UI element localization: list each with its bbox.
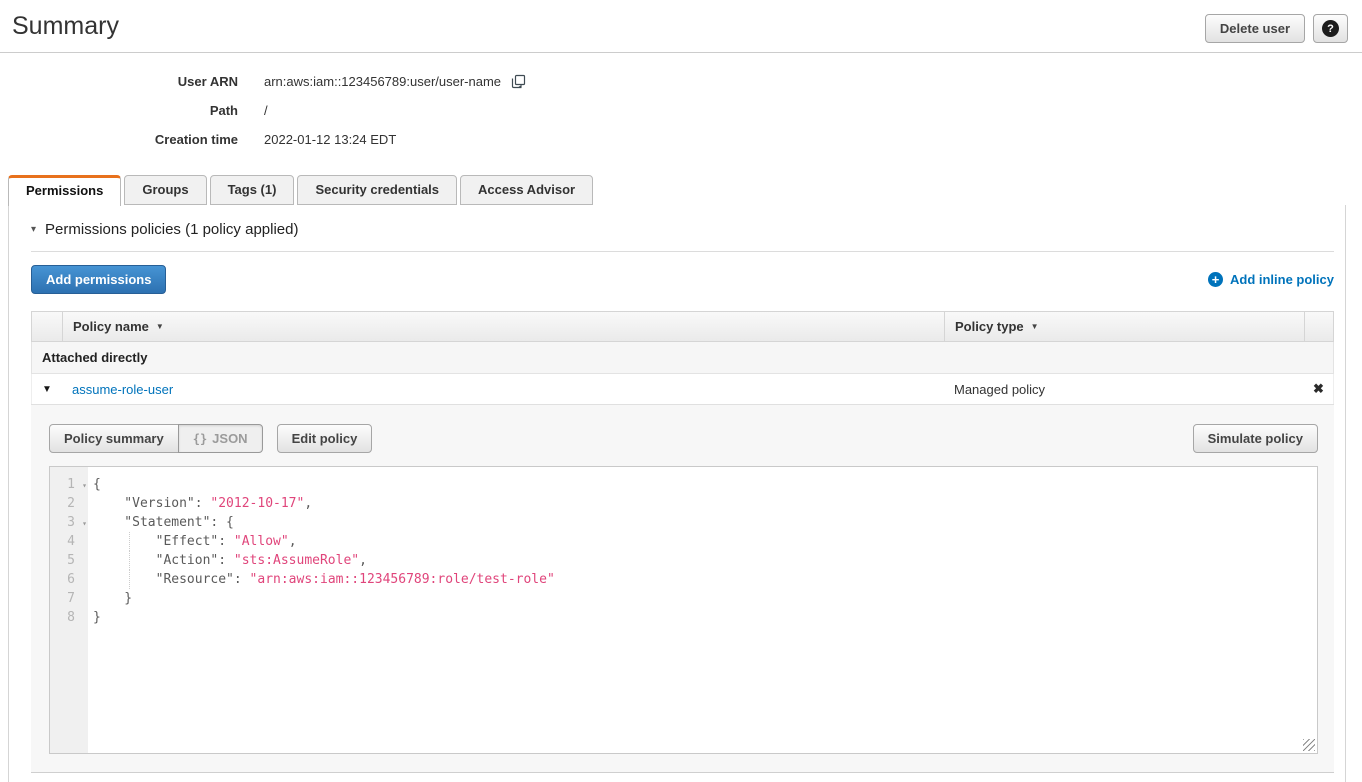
json-text: , <box>304 496 312 511</box>
table-header-row: Policy name ▼ Policy type ▼ <box>31 311 1334 342</box>
sort-icon: ▼ <box>156 322 164 331</box>
editor-code-area: { "Version": "2012-10-17", "Statement": … <box>88 467 1317 753</box>
detail-value: 2022-01-12 13:24 EDT <box>264 132 396 147</box>
delete-user-button[interactable]: Delete user <box>1205 14 1305 43</box>
indent-guide <box>129 532 130 551</box>
detail-row: Creation time 2022-01-12 13:24 EDT <box>0 125 1362 154</box>
json-code-editor[interactable]: 1▾23▾45678 { "Version": "2012-10-17", "S… <box>49 466 1318 754</box>
plus-icon: + <box>1208 272 1223 287</box>
code-line: "Resource": "arn:aws:iam::123456789:role… <box>93 570 1317 589</box>
json-string-value: "Allow" <box>234 534 289 549</box>
expander-column-header <box>32 312 62 341</box>
attached-policies-table: Policy name ▼ Policy type ▼ Attached dir… <box>31 311 1334 773</box>
tab-bar: PermissionsGroupsTags (1)Security creden… <box>8 175 1362 205</box>
detail-label: Creation time <box>0 132 238 147</box>
code-line: "Statement": { <box>93 513 1317 532</box>
add-inline-policy-label: Add inline policy <box>1230 272 1334 287</box>
header-actions: Delete user ? <box>1205 14 1348 43</box>
tab-security-credentials[interactable]: Security credentials <box>297 175 457 205</box>
detail-row: Path / <box>0 96 1362 125</box>
line-number: 5 <box>50 551 88 570</box>
expanded-policy-detail: Policy summary {} JSON Edit policy Simul… <box>31 404 1334 773</box>
line-number: 7 <box>50 589 88 608</box>
permissions-policies-section-toggle[interactable]: ▾ Permissions policies (1 policy applied… <box>9 205 1345 251</box>
permissions-tab-panel: ▾ Permissions policies (1 policy applied… <box>8 205 1346 782</box>
code-line: { <box>93 475 1317 494</box>
line-number: 6 <box>50 570 88 589</box>
json-view-button[interactable]: {} JSON <box>178 424 263 453</box>
tab-tags-1[interactable]: Tags (1) <box>210 175 295 205</box>
policy-summary-button[interactable]: Policy summary <box>49 424 179 453</box>
fold-caret-icon[interactable]: ▾ <box>82 514 87 533</box>
add-permissions-button[interactable]: Add permissions <box>31 265 166 294</box>
json-text: , <box>289 534 297 549</box>
code-line: "Action": "sts:AssumeRole", <box>93 551 1317 570</box>
policy-type-column-header[interactable]: Policy type ▼ <box>944 312 1304 341</box>
json-string-value: "sts:AssumeRole" <box>234 553 359 568</box>
detail-label: Path <box>0 103 238 118</box>
braces-icon: {} <box>193 432 207 446</box>
code-line: } <box>93 589 1317 608</box>
json-text: { <box>93 477 101 492</box>
editor-resize-grip[interactable] <box>1303 739 1315 751</box>
add-inline-policy-link[interactable]: + Add inline policy <box>1208 272 1334 287</box>
indent-guide <box>129 551 130 570</box>
help-button[interactable]: ? <box>1313 14 1348 43</box>
json-text: "Action": <box>93 553 234 568</box>
editor-gutter: 1▾23▾45678 <box>50 467 88 753</box>
code-line: } <box>93 608 1317 627</box>
policy-table-row: ▼ assume-role-user Managed policy ✖ <box>31 374 1334 404</box>
detail-value: arn:aws:iam::123456789:user/user-name <box>264 74 526 89</box>
edit-policy-button[interactable]: Edit policy <box>277 424 373 453</box>
section-collapse-icon: ▾ <box>31 224 36 235</box>
json-text: } <box>93 610 101 625</box>
line-number: 2 <box>50 494 88 513</box>
detail-label: User ARN <box>0 74 238 89</box>
json-string-value: "2012-10-17" <box>210 496 304 511</box>
copy-arn-icon[interactable] <box>511 74 526 89</box>
help-icon: ? <box>1322 20 1339 37</box>
json-text: "Resource": <box>93 572 250 587</box>
user-details: User ARN arn:aws:iam::123456789:user/user… <box>0 53 1362 154</box>
remove-policy-icon[interactable]: ✖ <box>1304 381 1333 397</box>
fold-caret-icon[interactable]: ▾ <box>82 476 87 495</box>
page-title: Summary <box>12 12 119 41</box>
detail-value-text: / <box>264 103 268 118</box>
tab-access-advisor[interactable]: Access Advisor <box>460 175 593 205</box>
attached-directly-group-row: Attached directly <box>31 342 1334 374</box>
actions-column-header <box>1304 312 1333 341</box>
tab-permissions[interactable]: Permissions <box>8 175 121 206</box>
section-heading-label: Permissions policies (1 policy applied) <box>45 221 298 238</box>
sort-icon: ▼ <box>1031 322 1039 331</box>
policy-type-cell: Managed policy <box>944 382 1304 397</box>
json-text: "Effect": <box>93 534 234 549</box>
code-line: "Effect": "Allow", <box>93 532 1317 551</box>
policy-name-link[interactable]: assume-role-user <box>72 382 173 397</box>
json-string-value: "arn:aws:iam::123456789:role/test-role" <box>250 572 555 587</box>
detail-value: / <box>264 103 268 118</box>
page-header: Summary Delete user ? <box>0 0 1362 53</box>
line-number: 3▾ <box>50 513 88 532</box>
detail-row: User ARN arn:aws:iam::123456789:user/user… <box>0 67 1362 96</box>
code-line: "Version": "2012-10-17", <box>93 494 1317 513</box>
json-text: } <box>93 591 132 606</box>
policy-name-column-header[interactable]: Policy name ▼ <box>62 312 944 341</box>
json-text: "Version": <box>93 496 210 511</box>
policy-detail-toolbar: Policy summary {} JSON Edit policy Simul… <box>49 424 1318 453</box>
indent-guide <box>129 570 130 589</box>
line-number: 8 <box>50 608 88 627</box>
tab-groups[interactable]: Groups <box>124 175 206 205</box>
detail-value-text: arn:aws:iam::123456789:user/user-name <box>264 74 501 89</box>
simulate-policy-button[interactable]: Simulate policy <box>1193 424 1318 453</box>
policy-name-cell: assume-role-user <box>62 382 944 397</box>
detail-value-text: 2022-01-12 13:24 EDT <box>264 132 396 147</box>
json-text: "Statement": { <box>93 515 234 530</box>
policy-actions-row: Add permissions + Add inline policy <box>9 252 1345 308</box>
row-expander-icon[interactable]: ▼ <box>32 384 62 395</box>
json-text: , <box>359 553 367 568</box>
line-number: 4 <box>50 532 88 551</box>
line-number: 1▾ <box>50 475 88 494</box>
